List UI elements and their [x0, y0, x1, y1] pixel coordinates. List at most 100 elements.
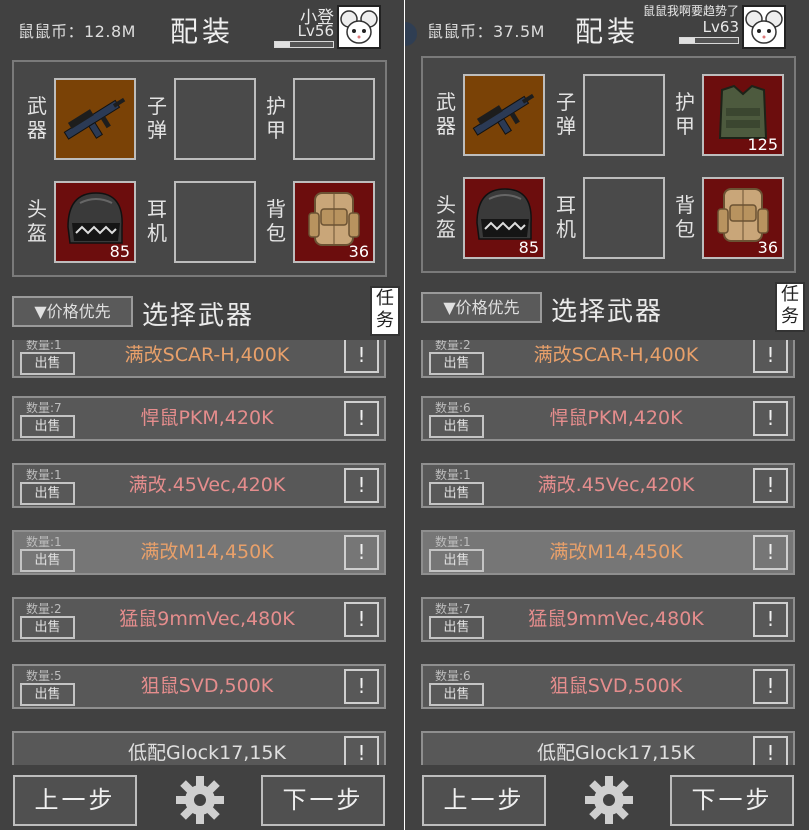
slot-helmet[interactable]: 85	[54, 181, 136, 263]
helmet-durability: 85	[518, 238, 539, 257]
slot-earphone[interactable]	[583, 177, 665, 259]
sell-button[interactable]: 出售	[429, 616, 484, 639]
item-name: 满改M14,450K	[549, 541, 683, 563]
list-item[interactable]: 数量:5 出售 狙鼠SVD,500K !	[12, 664, 386, 709]
sell-button[interactable]: 出售	[20, 683, 75, 706]
task-button[interactable]: 任务	[775, 282, 805, 332]
info-button[interactable]: !	[753, 669, 788, 704]
list-item[interactable]: 低配Glock17,15K !	[12, 731, 386, 765]
item-quantity: 数量:2	[26, 602, 62, 616]
slot-label-earphone: 耳机	[556, 193, 576, 241]
slot-ammo[interactable]	[174, 78, 256, 160]
sort-by-price-button[interactable]: ▼价格优先	[421, 292, 542, 323]
equipment-panel: 武器 子弹 护甲 头盔 85 耳机 背包 36	[12, 60, 387, 277]
select-weapon-title: 选择武器	[142, 301, 255, 331]
sell-button[interactable]: 出售	[429, 352, 484, 375]
rifle-icon	[63, 97, 126, 140]
bottom-navigation: 上一步 下一步	[405, 765, 809, 830]
item-name: 猛鼠9mmVec,480K	[119, 608, 295, 630]
slot-label-backpack: 背包	[675, 193, 695, 241]
previous-step-button[interactable]: 上一步	[13, 775, 137, 826]
info-button[interactable]: !	[753, 340, 788, 373]
info-button[interactable]: !	[344, 736, 379, 765]
item-name: 满改SCAR-H,400K	[124, 344, 290, 366]
list-item[interactable]: 数量:2 出售 猛鼠9mmVec,480K !	[12, 597, 386, 642]
sell-button[interactable]: 出售	[20, 415, 75, 438]
xp-progress-fill	[275, 42, 290, 47]
equipment-panel: 武器 子弹 护甲 125 头盔 85 耳机 背包 36	[421, 56, 796, 273]
helmet-durability: 85	[109, 242, 130, 261]
list-item[interactable]: 数量:1 出售 满改M14,450K !	[421, 530, 795, 575]
slot-backpack[interactable]: 36	[293, 181, 375, 263]
mouse-avatar-icon[interactable]	[742, 5, 786, 49]
info-button[interactable]: !	[753, 535, 788, 570]
list-item[interactable]: 低配Glock17,15K !	[421, 731, 795, 765]
armor-durability: 125	[747, 135, 778, 154]
loadout-screen-left: 鼠鼠币：12.8M 配装 小登 Lv56 武器 子弹 护甲 头盔 85 耳机 背…	[0, 0, 404, 830]
item-name: 满改.45Vec,420K	[537, 474, 695, 496]
next-step-button[interactable]: 下一步	[670, 775, 794, 826]
info-button[interactable]: !	[344, 401, 379, 436]
info-button[interactable]: !	[753, 736, 788, 765]
info-button[interactable]: !	[344, 669, 379, 704]
slot-armor[interactable]: 125	[702, 74, 784, 156]
item-quantity: 数量:6	[435, 401, 471, 415]
list-item[interactable]: 数量:1 出售 满改SCAR-H,400K !	[12, 340, 386, 378]
weapon-list[interactable]: 数量:2 出售 满改SCAR-H,400K ! 数量:6 出售 悍鼠PKM,42…	[405, 340, 809, 765]
info-button[interactable]: !	[753, 468, 788, 503]
list-item[interactable]: 数量:7 出售 猛鼠9mmVec,480K !	[421, 597, 795, 642]
sort-by-price-button[interactable]: ▼价格优先	[12, 296, 133, 327]
item-name: 满改.45Vec,420K	[128, 474, 286, 496]
rifle-icon	[472, 93, 535, 136]
select-weapon-title: 选择武器	[551, 297, 664, 327]
slot-weapon[interactable]	[463, 74, 545, 156]
gear-icon[interactable]	[583, 774, 635, 826]
slot-earphone[interactable]	[174, 181, 256, 263]
slot-label-earphone: 耳机	[147, 197, 167, 245]
list-item[interactable]: 数量:6 出售 悍鼠PKM,420K !	[421, 396, 795, 441]
item-name: 低配Glock17,15K	[537, 742, 695, 764]
slot-backpack[interactable]: 36	[702, 177, 784, 259]
page-title: 配装	[170, 15, 235, 48]
mouse-avatar-icon[interactable]	[337, 5, 381, 49]
list-item[interactable]: 数量:2 出售 满改SCAR-H,400K !	[421, 340, 795, 378]
sell-button[interactable]: 出售	[20, 549, 75, 572]
slot-weapon[interactable]	[54, 78, 136, 160]
item-name: 满改M14,450K	[140, 541, 274, 563]
item-quantity: 数量:1	[435, 535, 471, 549]
slot-label-backpack: 背包	[266, 197, 286, 245]
list-item[interactable]: 数量:1 出售 满改.45Vec,420K !	[12, 463, 386, 508]
task-button[interactable]: 任务	[370, 286, 400, 336]
previous-step-button[interactable]: 上一步	[422, 775, 546, 826]
item-name: 低配Glock17,15K	[128, 742, 286, 764]
slot-label-helmet: 头盔	[436, 193, 456, 241]
info-button[interactable]: !	[344, 535, 379, 570]
sell-button[interactable]: 出售	[20, 352, 75, 375]
slot-helmet[interactable]: 85	[463, 177, 545, 259]
drawer-handle-icon[interactable]	[405, 22, 417, 46]
info-button[interactable]: !	[344, 602, 379, 637]
info-button[interactable]: !	[753, 401, 788, 436]
sell-button[interactable]: 出售	[429, 482, 484, 505]
xp-progress-bar	[679, 37, 739, 44]
info-button[interactable]: !	[753, 602, 788, 637]
next-step-button[interactable]: 下一步	[261, 775, 385, 826]
sell-button[interactable]: 出售	[20, 482, 75, 505]
slot-armor[interactable]	[293, 78, 375, 160]
list-item[interactable]: 数量:6 出售 狙鼠SVD,500K !	[421, 664, 795, 709]
list-item[interactable]: 数量:1 出售 满改.45Vec,420K !	[421, 463, 795, 508]
list-item[interactable]: 数量:7 出售 悍鼠PKM,420K !	[12, 396, 386, 441]
list-item[interactable]: 数量:1 出售 满改M14,450K !	[12, 530, 386, 575]
gear-icon[interactable]	[174, 774, 226, 826]
sell-button[interactable]: 出售	[429, 549, 484, 572]
slot-label-ammo: 子弹	[556, 90, 576, 138]
slot-label-helmet: 头盔	[27, 197, 47, 245]
info-button[interactable]: !	[344, 468, 379, 503]
sell-button[interactable]: 出售	[429, 683, 484, 706]
info-button[interactable]: !	[344, 340, 379, 373]
sell-button[interactable]: 出售	[429, 415, 484, 438]
slot-ammo[interactable]	[583, 74, 665, 156]
coin-balance: 鼠鼠币：37.5M	[427, 22, 545, 41]
weapon-list[interactable]: 数量:1 出售 满改SCAR-H,400K ! 数量:7 出售 悍鼠PKM,42…	[0, 340, 404, 765]
sell-button[interactable]: 出售	[20, 616, 75, 639]
